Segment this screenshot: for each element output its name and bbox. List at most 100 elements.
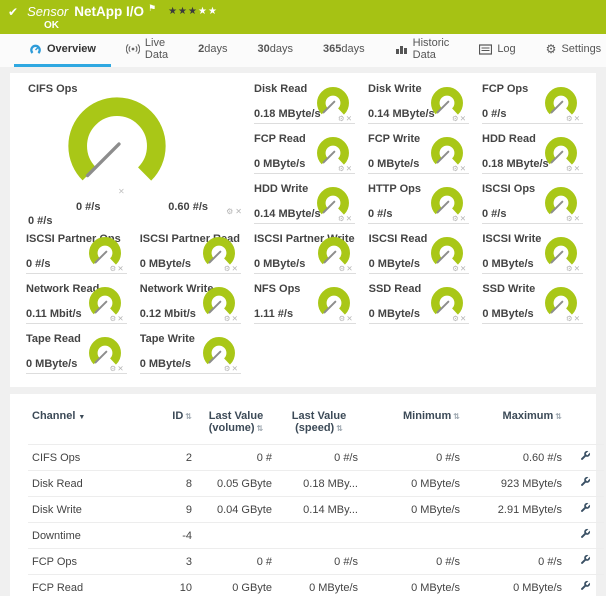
gauge-cell-iscsi-ops[interactable]: ISCSI Ops 0 #/s ⚙✕: [474, 179, 588, 229]
pin-icon[interactable]: ✕: [574, 264, 581, 273]
tab-label: Settings: [561, 43, 601, 55]
gauge-cell-fcp-read[interactable]: FCP Read 0 MByte/s ⚙✕: [246, 129, 360, 179]
gear-icon[interactable]: ⚙: [566, 164, 574, 173]
pin-icon[interactable]: ✕: [117, 264, 124, 273]
pin-icon[interactable]: ✕: [346, 264, 353, 273]
gauge-cell-fcp-write[interactable]: FCP Write 0 MByte/s ⚙✕: [360, 129, 474, 179]
pin-icon[interactable]: ✕: [574, 164, 581, 173]
gear-icon[interactable]: ⚙: [452, 214, 460, 223]
pin-icon[interactable]: ✕: [346, 214, 353, 223]
gauge-cell-network-read[interactable]: Network Read 0.11 Mbit/s ⚙✕: [18, 279, 132, 329]
gauge-cell-cifs-ops[interactable]: CIFS Ops ✕ 0 #/s 0.60 #/s 0 #/s ⚙✕: [18, 79, 246, 229]
pin-icon[interactable]: ✕: [460, 164, 467, 173]
pin-icon[interactable]: ✕: [346, 114, 353, 123]
pin-icon[interactable]: ✕: [460, 214, 467, 223]
channel-settings-wrench-icon[interactable]: [579, 502, 591, 517]
gear-icon[interactable]: ⚙: [452, 264, 460, 273]
gear-icon[interactable]: ⚙: [452, 314, 460, 323]
gear-icon[interactable]: ⚙: [338, 164, 346, 173]
tab-label: days: [341, 43, 364, 55]
gauge-cell-tape-write[interactable]: Tape Write 0 MByte/s ⚙✕: [132, 329, 246, 379]
tab-2-days[interactable]: 2 days: [183, 34, 242, 67]
graph-toggle-icon[interactable]: ✕: [118, 187, 125, 196]
gauge-cell-iscsi-read[interactable]: ISCSI Read 0 MByte/s ⚙✕: [361, 229, 475, 279]
gauge-cell-disk-read[interactable]: Disk Read 0.18 MByte/s ⚙✕: [246, 79, 360, 129]
pin-icon[interactable]: ✕: [235, 207, 244, 216]
tab-365-days[interactable]: 365 days: [308, 34, 380, 67]
gauge-cell-hdd-write[interactable]: HDD Write 0.14 MByte/s ⚙✕: [246, 179, 360, 229]
gear-icon[interactable]: ⚙: [226, 207, 235, 216]
gear-icon[interactable]: ⚙: [452, 114, 460, 123]
gauge-cell-iscsi-write[interactable]: ISCSI Write 0 MByte/s ⚙✕: [474, 229, 588, 279]
gauge-cell-disk-write[interactable]: Disk Write 0.14 MByte/s ⚙✕: [360, 79, 474, 129]
tab-log[interactable]: Log: [464, 34, 530, 67]
column-header-minimum[interactable]: Minimum⇅: [362, 406, 464, 445]
gauge-cell-ssd-read[interactable]: SSD Read 0 MByte/s ⚙✕: [361, 279, 475, 329]
tab-overview[interactable]: Overview: [14, 34, 111, 67]
channel-table-panel: Channel▼ ID⇅ Last Value(volume)⇅ Last Va…: [10, 394, 596, 596]
gear-icon[interactable]: ⚙: [224, 264, 232, 273]
gauge-cell-fcp-ops[interactable]: FCP Ops 0 #/s ⚙✕: [474, 79, 588, 129]
tab-label: Overview: [47, 43, 96, 55]
pin-icon[interactable]: ✕: [117, 314, 124, 323]
flag-icon[interactable]: ⚑: [148, 3, 156, 14]
pin-icon[interactable]: ✕: [460, 314, 467, 323]
column-header-channel[interactable]: Channel▼: [28, 406, 156, 445]
column-header-last-value-volume[interactable]: Last Value(volume)⇅: [196, 406, 276, 445]
gear-icon[interactable]: ⚙: [338, 214, 346, 223]
gauge-cell-iscsi-partner-write[interactable]: ISCSI Partner Write 0 MByte/s ⚙✕: [246, 229, 361, 279]
cell-last-value-speed: 0 #/s: [276, 445, 362, 471]
pin-icon[interactable]: ✕: [232, 364, 239, 373]
priority-stars[interactable]: ★★★★★: [168, 6, 218, 17]
pin-icon[interactable]: ✕: [574, 114, 581, 123]
cell-channel: FCP Read: [28, 575, 156, 596]
pin-icon[interactable]: ✕: [574, 314, 581, 323]
gauge-max: 0.60 #/s: [168, 201, 208, 213]
sort-icon: ⇅: [257, 424, 264, 433]
channel-settings-wrench-icon[interactable]: [579, 476, 591, 491]
gauge-cell-iscsi-partner-ops[interactable]: ISCSI Partner Ops 0 #/s ⚙✕: [18, 229, 132, 279]
pin-icon[interactable]: ✕: [117, 364, 124, 373]
cell-minimum: 0 #/s: [362, 549, 464, 575]
pin-icon[interactable]: ✕: [460, 114, 467, 123]
gauge-cell-hdd-read[interactable]: HDD Read 0.18 MByte/s ⚙✕: [474, 129, 588, 179]
column-header-last-value-speed[interactable]: Last Value(speed)⇅: [276, 406, 362, 445]
gauge-grid-right: Disk Read 0.18 MByte/s ⚙✕ Disk Write 0.1…: [246, 79, 588, 229]
gauge-cell-http-ops[interactable]: HTTP Ops 0 #/s ⚙✕: [360, 179, 474, 229]
pin-icon[interactable]: ✕: [232, 264, 239, 273]
channel-settings-wrench-icon[interactable]: [579, 528, 591, 543]
gauge-cell-iscsi-partner-read[interactable]: ISCSI Partner Read 0 MByte/s ⚙✕: [132, 229, 246, 279]
channel-settings-wrench-icon[interactable]: [579, 554, 591, 569]
channel-settings-wrench-icon[interactable]: [579, 450, 591, 465]
gauge-cell-ssd-write[interactable]: SSD Write 0 MByte/s ⚙✕: [474, 279, 588, 329]
column-header-id[interactable]: ID⇅: [156, 406, 196, 445]
status-ok-check-icon: ✔: [8, 5, 18, 19]
cell-last-value-volume: 0 #: [196, 549, 276, 575]
gear-icon[interactable]: ⚙: [566, 214, 574, 223]
pin-icon[interactable]: ✕: [574, 214, 581, 223]
gauge-cell-network-write[interactable]: Network Write 0.12 Mbit/s ⚙✕: [132, 279, 246, 329]
channel-settings-wrench-icon[interactable]: [579, 580, 591, 595]
gear-icon[interactable]: ⚙: [224, 314, 232, 323]
gauge-cell-nfs-ops[interactable]: NFS Ops 1.11 #/s ⚙✕: [246, 279, 361, 329]
gear-icon[interactable]: ⚙: [566, 264, 574, 273]
gear-icon[interactable]: ⚙: [338, 114, 346, 123]
pin-icon[interactable]: ✕: [346, 314, 353, 323]
pin-icon[interactable]: ✕: [346, 164, 353, 173]
gear-icon[interactable]: ⚙: [566, 314, 574, 323]
tab-historic-data[interactable]: Historic Data: [380, 34, 465, 67]
gear-icon[interactable]: ⚙: [452, 164, 460, 173]
tab-30-days[interactable]: 30 days: [243, 34, 309, 67]
tab-settings[interactable]: ⚙ Settings: [531, 34, 606, 67]
tab-live-data[interactable]: Live Data: [111, 34, 183, 67]
gauge-dial: [58, 91, 176, 205]
column-header-maximum[interactable]: Maximum⇅: [464, 406, 566, 445]
table-row: FCP Ops 3 0 # 0 #/s 0 #/s 0 #/s: [28, 549, 604, 575]
log-icon: [479, 44, 492, 55]
gear-icon[interactable]: ⚙: [566, 114, 574, 123]
pin-icon[interactable]: ✕: [232, 314, 239, 323]
gear-icon[interactable]: ⚙: [224, 364, 232, 373]
pin-icon[interactable]: ✕: [460, 264, 467, 273]
gauge-grid-full: ISCSI Partner Ops 0 #/s ⚙✕ ISCSI Partner…: [18, 229, 588, 379]
gauge-cell-tape-read[interactable]: Tape Read 0 MByte/s ⚙✕: [18, 329, 132, 379]
